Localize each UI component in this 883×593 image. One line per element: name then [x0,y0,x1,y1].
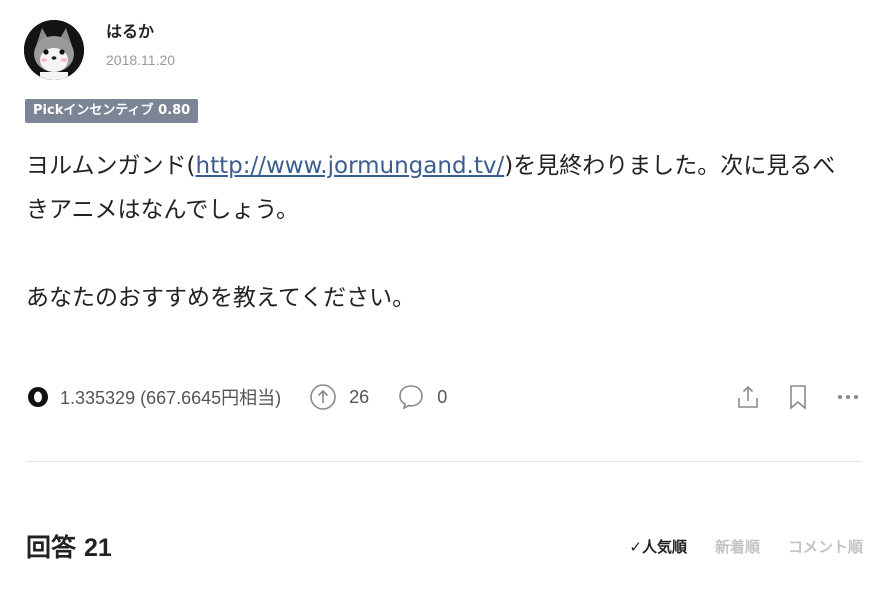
divider [26,461,862,462]
avatar[interactable] [24,20,84,80]
question-body: ヨルムンガンド(http://www.jormungand.tv/)を見終わりま… [26,144,856,320]
comment-count: 0 [437,386,448,407]
author-name[interactable]: はるか [106,21,175,43]
answers-heading: 回答 21 [26,533,112,562]
sort-tab-popular[interactable]: ✓人気順 [629,536,687,557]
sort-tabs: ✓人気順 新着順 コメント順 [601,536,863,557]
share-icon[interactable] [734,383,762,411]
upvote-count: 26 [349,386,370,407]
stats-bar: 1.335329 (667.6645円相当) 26 0 [26,380,862,414]
question-link[interactable]: http://www.jormungand.tv/ [196,153,505,179]
more-icon[interactable] [834,383,862,411]
question-post: はるか 2018.11.20 Pickインセンティブ 0.80 ヨルムンガンド(… [0,0,883,593]
post-actions [712,383,862,411]
bookmark-icon[interactable] [784,383,812,411]
sort-tab-newest[interactable]: 新着順 [715,536,760,557]
husky-avatar-icon [24,20,84,80]
answers-count: 21 [84,534,112,562]
author-block: はるか 2018.11.20 [24,20,175,80]
comment-icon [399,385,423,410]
coin-value: 1.335329 (667.6645円相当) [60,388,282,408]
sort-tab-comments[interactable]: コメント順 [788,536,863,557]
question-paragraph-1: ヨルムンガンド(http://www.jormungand.tv/)を見終わりま… [26,153,836,223]
post-date: 2018.11.20 [106,52,176,68]
upvote-icon [310,384,336,410]
pick-incentive-badge: Pickインセンティブ 0.80 [25,99,199,123]
comment-button[interactable]: 0 [397,383,447,411]
question-paragraph-2: あなたのおすすめを教えてください。 [26,285,416,311]
coin-icon [28,387,48,407]
upvote-button[interactable]: 26 [309,383,369,411]
